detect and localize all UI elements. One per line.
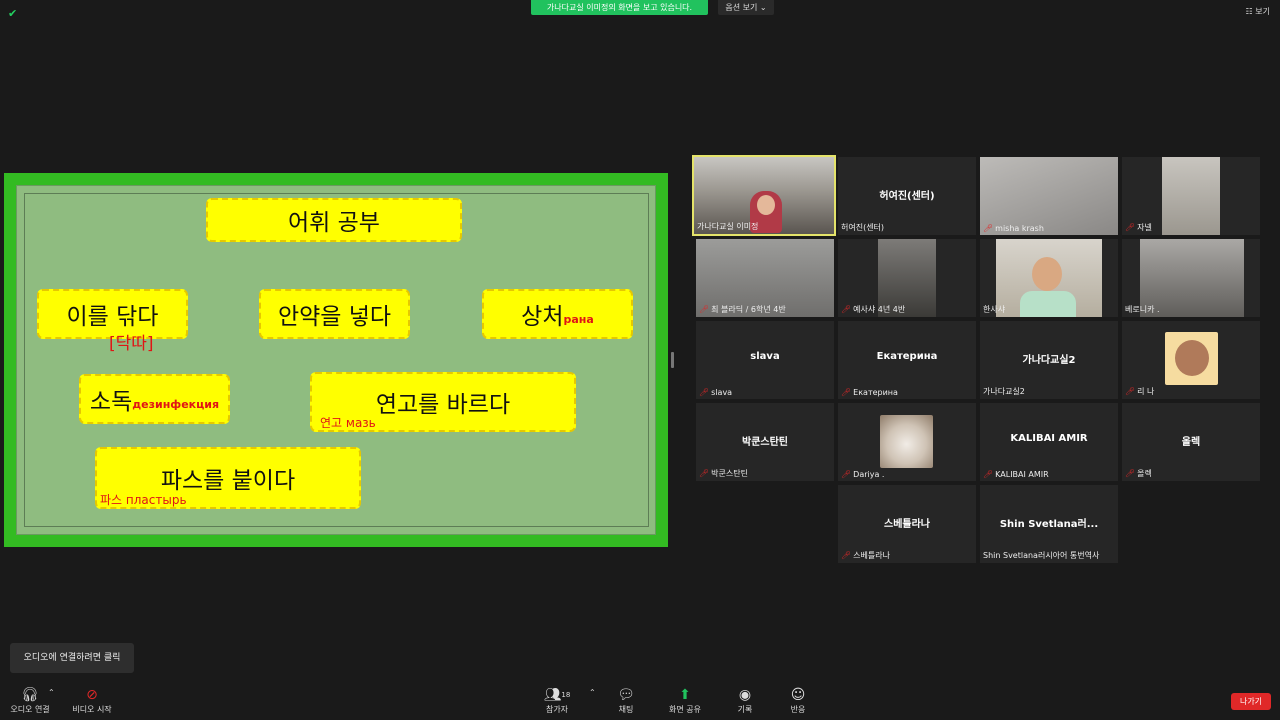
vocab-card-title: 어휘 공부 xyxy=(206,198,462,242)
participant-tile[interactable]: Екатерина 🎤︎ Екатерина xyxy=(838,321,976,399)
vocab-card-ointment: 연고를 바르다 연고 мазь xyxy=(310,372,576,432)
emoji-icon: ☺ xyxy=(790,687,806,703)
participants-icon: 👥︎ xyxy=(543,687,562,703)
video-off-icon: ⊘ xyxy=(86,687,98,703)
participant-tile[interactable]: 스베틀라나 🎤︎ 스베틀라나 xyxy=(838,485,976,563)
vocab-card-patch: 파스를 붙이다 파스 пластырь xyxy=(95,447,361,509)
participant-tile[interactable]: 🎤︎ 리 나 xyxy=(1122,321,1260,399)
mic-muted-icon: 🎤︎ xyxy=(983,224,994,233)
mic-muted-icon: 🎤︎ xyxy=(699,388,710,397)
vocab-card-brush-teeth: 이를 닦다 [닥따] xyxy=(37,289,188,354)
ointment-note: 연고 мазь xyxy=(320,416,376,430)
participant-tile[interactable]: 🎤︎ 최 블라딕 / 6학년 4반 xyxy=(696,239,834,317)
patch-note: 파스 пластырь xyxy=(100,493,187,507)
start-video-button[interactable]: ⊘ 비디오 시작 xyxy=(62,686,122,715)
chat-icon: 💬︎ xyxy=(617,687,635,703)
participants-count: 18 xyxy=(561,691,571,699)
mic-muted-icon: 🎤︎ xyxy=(1125,223,1136,232)
dog-avatar-icon xyxy=(1175,340,1209,376)
participant-tile[interactable]: 🎤︎ 자넬 xyxy=(1122,157,1260,235)
security-shield-icon[interactable]: ✔ xyxy=(8,8,20,20)
vocab-card-disinfection: 소독 дезинфекция xyxy=(79,374,230,424)
pronunciation-note: [닥따] xyxy=(109,334,154,354)
view-options-button[interactable]: 옵션 보기 ⌄ xyxy=(718,0,774,15)
vocab-card-wound: 상처 рана xyxy=(482,289,633,339)
record-icon: ◉ xyxy=(738,687,752,703)
vocab-card-eye-drops: 안약을 넣다 xyxy=(259,289,410,339)
share-banner: 가나다교실 이미정의 화면을 보고 있습니다. xyxy=(531,0,708,15)
person xyxy=(1020,291,1076,317)
mic-muted-icon: 🎤︎ xyxy=(841,388,852,397)
participant-tile[interactable]: 🎤︎ 예사샤 4년 4반 xyxy=(838,239,976,317)
participants-options-caret[interactable]: ⌃ xyxy=(589,688,596,697)
participant-tile[interactable]: Shin Svetlana러... Shin Svetlana러시아어 통번역사 xyxy=(980,485,1118,563)
audio-tooltip: 오디오에 연결하려면 클릭 xyxy=(10,643,134,673)
view-button[interactable]: ☷ 보기 xyxy=(1246,6,1270,17)
participant-tile[interactable]: 🎤︎ misha krash xyxy=(980,157,1118,235)
slide-board: 어휘 공부 이를 닦다 [닥따] 안약을 넣다 상처 рана 소독 дезинфе… xyxy=(16,185,656,535)
split-view-handle[interactable] xyxy=(671,352,674,368)
participant-tile[interactable]: 가나다교실2 가나다교실2 xyxy=(980,321,1118,399)
participants-button[interactable]: 👥︎18 참가자 xyxy=(527,686,587,715)
participant-tile-host[interactable]: 가나다교실 이미정 xyxy=(692,155,836,236)
person-face xyxy=(1032,257,1062,291)
share-icon: ⬆︎ xyxy=(679,687,691,703)
participant-tile[interactable]: 한사샤 xyxy=(980,239,1118,317)
participant-tile[interactable]: 올렉 🎤︎ 올렉 xyxy=(1122,403,1260,481)
avatar xyxy=(880,415,933,468)
leave-button[interactable]: 나가기 xyxy=(1231,693,1271,710)
video-feed xyxy=(1162,157,1220,235)
mic-muted-icon: 🎤︎ xyxy=(1125,387,1136,396)
participant-tile[interactable]: 베로니카 . xyxy=(1122,239,1260,317)
person-face xyxy=(757,195,775,215)
shared-screen: 어휘 공부 이를 닦다 [닥따] 안약을 넣다 상처 рана 소독 дезинфе… xyxy=(4,173,668,547)
participant-tile[interactable]: 박쿤스탄틴 🎤︎ 박쿤스탄틴 xyxy=(696,403,834,481)
mic-muted-icon: 🎤︎ xyxy=(699,305,710,314)
reactions-button[interactable]: ☺ 반응 xyxy=(768,686,828,715)
participant-tile[interactable]: 허여진(센터) 허여진(센터) xyxy=(838,157,976,235)
avatar xyxy=(1165,332,1218,385)
participant-tile[interactable]: 🎤︎ Dariya . xyxy=(838,403,976,481)
mic-muted-icon: 🎤︎ xyxy=(841,305,852,314)
record-button[interactable]: ◉ 기록 xyxy=(715,686,775,715)
grid-icon: ☷ xyxy=(1245,7,1256,16)
mic-muted-icon: 🎤︎ xyxy=(1125,469,1136,478)
participant-tile[interactable]: slava 🎤︎ slava xyxy=(696,321,834,399)
mic-muted-icon: 🎤︎ xyxy=(841,551,852,560)
participant-tile[interactable]: KALIBAI AMIR 🎤︎ KALIBAI AMIR xyxy=(980,403,1118,481)
mic-muted-icon: 🎤︎ xyxy=(699,469,710,478)
mic-muted-icon: 🎤︎ xyxy=(841,470,852,479)
share-screen-button[interactable]: ⬆︎ 화면 공유 xyxy=(655,686,715,715)
chat-button[interactable]: 💬︎ 채팅 xyxy=(596,686,656,715)
mic-muted-icon: 🎤︎ xyxy=(983,470,994,479)
audio-options-caret[interactable]: ⌃ xyxy=(48,688,55,697)
